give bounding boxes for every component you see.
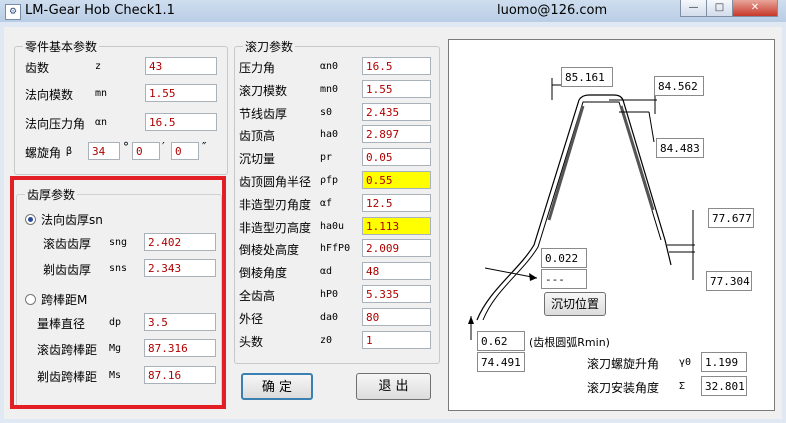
helix-angle-label: 螺旋角 xyxy=(25,146,62,160)
teeth-count-input[interactable]: 43 xyxy=(145,57,217,75)
exit-button[interactable]: 退 出 xyxy=(356,373,431,400)
hob-undercut-symbol: pr xyxy=(320,152,333,164)
hob-total-depth-input[interactable]: 5.335 xyxy=(362,285,431,303)
hob-tip-radius-symbol: ρfp xyxy=(320,175,339,186)
second-mark: ″ xyxy=(202,140,207,154)
hob-non-form-angle-label: 非造型刃角度 xyxy=(239,197,312,212)
upper-dim-leader-2 xyxy=(648,111,655,143)
lower-dim-value-2: 77.304 xyxy=(706,271,752,291)
hob-non-form-height-label: 非造型刃高度 xyxy=(239,220,312,235)
hob-non-form-angle-input[interactable]: 12.5 xyxy=(362,193,431,212)
normal-module-label: 法向模数 xyxy=(25,88,74,102)
teeth-count-symbol: z xyxy=(95,61,102,72)
normal-module-symbol: mn xyxy=(95,88,108,99)
hob-total-depth-label: 全齿高 xyxy=(239,289,276,303)
highlight-frame xyxy=(10,176,226,409)
root-radius-value: 0.62 xyxy=(477,331,525,351)
hob-undercut-input[interactable]: 0.05 xyxy=(362,148,431,167)
hob-hob-module-label: 滚刀模数 xyxy=(239,83,288,98)
hob-chamfer-height-label: 倒棱处高度 xyxy=(239,243,300,258)
hob-tip-radius-label: 齿顶圆角半径 xyxy=(239,175,312,189)
undercut-position-button[interactable]: 沉切位置 xyxy=(544,292,606,316)
install-angle-value[interactable]: 32.801 xyxy=(701,376,747,396)
hob-undercut-label: 沉切量 xyxy=(239,152,276,167)
install-angle-symbol: Σ xyxy=(679,381,686,392)
hob-pitch-thickness-symbol: s0 xyxy=(320,106,333,118)
lead-angle-symbol: γ0 xyxy=(679,357,692,368)
lower-dim-value-1: 77.677 xyxy=(708,208,754,228)
undercut-value: 0.022 xyxy=(541,248,587,268)
profile-right-flank xyxy=(619,105,655,211)
window-title: LM-Gear Hob Check1.1 xyxy=(25,3,175,18)
hob-addendum-input[interactable]: 2.897 xyxy=(362,125,431,144)
part-params-legend: 零件基本参数 xyxy=(25,40,98,54)
minute-mark: ′ xyxy=(162,140,165,154)
top-width-value: 85.161 xyxy=(561,67,613,87)
close-button[interactable]: ✕ xyxy=(732,0,778,17)
lead-angle-value[interactable]: 1.199 xyxy=(701,352,747,372)
ok-button[interactable]: 确 定 xyxy=(241,373,313,400)
hob-pitch-thickness-input[interactable]: 2.435 xyxy=(362,102,431,121)
hob-starts-label: 头数 xyxy=(239,334,264,349)
helix-min-input[interactable]: 0 xyxy=(132,142,160,160)
root-radius-label: (齿根圆弧Rmin) xyxy=(529,336,610,349)
lead-angle-label: 滚刀螺旋升角 xyxy=(587,357,660,371)
helix-angle-symbol: β xyxy=(66,146,73,157)
hob-outer-diameter-symbol: da0 xyxy=(320,311,339,323)
hob-chamfer-height-input[interactable]: 2.009 xyxy=(362,239,431,258)
normal-module-input[interactable]: 1.55 xyxy=(145,84,217,102)
pressure-angle-input[interactable]: 16.5 xyxy=(145,113,217,131)
hob-chamfer-angle-input[interactable]: 48 xyxy=(362,262,431,281)
hob-addendum-symbol: ha0 xyxy=(320,129,339,141)
hob-non-form-height-symbol: ha0u xyxy=(320,220,345,232)
hob-chamfer-angle-label: 倒棱角度 xyxy=(239,266,288,281)
profile-left-flank xyxy=(547,105,585,221)
hob-addendum-label: 齿顶高 xyxy=(239,129,276,144)
root-dia-value: 74.491 xyxy=(477,352,525,372)
undercut-arrowhead xyxy=(529,273,537,281)
hob-pressure-angle-input[interactable]: 16.5 xyxy=(362,57,431,75)
hob-hob-module-input[interactable]: 1.55 xyxy=(362,79,431,98)
hob-outer-diameter-input[interactable]: 80 xyxy=(362,307,431,326)
title-bar: ⚙ LM-Gear Hob Check1.1 luomo@126.com — □… xyxy=(0,0,786,22)
hob-non-form-angle-symbol: αf xyxy=(320,197,333,209)
degree-mark: ° xyxy=(123,140,129,154)
teeth-count-label: 齿数 xyxy=(25,61,50,75)
install-angle-label: 滚刀安装角度 xyxy=(587,381,660,395)
hob-starts-input[interactable]: 1 xyxy=(362,330,431,349)
hob-tip-radius-input[interactable]: 0.55 xyxy=(362,171,431,189)
pressure-angle-label: 法向压力角 xyxy=(25,117,86,131)
hob-params-legend: 滚刀参数 xyxy=(245,40,294,54)
root-dim-arrowhead xyxy=(468,316,474,324)
undercut-dash: --- xyxy=(541,269,587,289)
hob-hob-module-symbol: mn0 xyxy=(320,83,339,95)
upper-dim-value-2: 84.483 xyxy=(656,138,704,158)
hob-total-depth-symbol: hP0 xyxy=(320,289,339,300)
hob-profile-diagram: 85.161 84.562 84.483 77.677 77.304 0.022… xyxy=(448,39,775,411)
pressure-angle-symbol: αn xyxy=(95,117,108,128)
hob-non-form-height-input[interactable]: 1.113 xyxy=(362,216,431,235)
author-email: luomo@126.com xyxy=(497,3,608,18)
hob-chamfer-height-symbol: hFfP0 xyxy=(320,243,351,255)
upper-dim-value-1: 84.562 xyxy=(654,76,704,96)
hob-chamfer-angle-symbol: αd xyxy=(320,266,333,278)
undercut-arrow xyxy=(484,267,538,279)
hob-starts-symbol: z0 xyxy=(320,334,333,346)
helix-deg-input[interactable]: 34 xyxy=(88,142,120,160)
app-icon: ⚙ xyxy=(5,4,21,20)
minimize-button[interactable]: — xyxy=(680,0,707,17)
hob-pressure-angle-symbol: αn0 xyxy=(320,61,339,72)
helix-sec-input[interactable]: 0 xyxy=(171,142,199,160)
hob-pitch-thickness-label: 节线齿厚 xyxy=(239,106,288,121)
hob-pressure-angle-label: 压力角 xyxy=(239,61,276,75)
hob-outer-diameter-label: 外径 xyxy=(239,311,264,326)
restore-button[interactable]: □ xyxy=(706,0,733,17)
